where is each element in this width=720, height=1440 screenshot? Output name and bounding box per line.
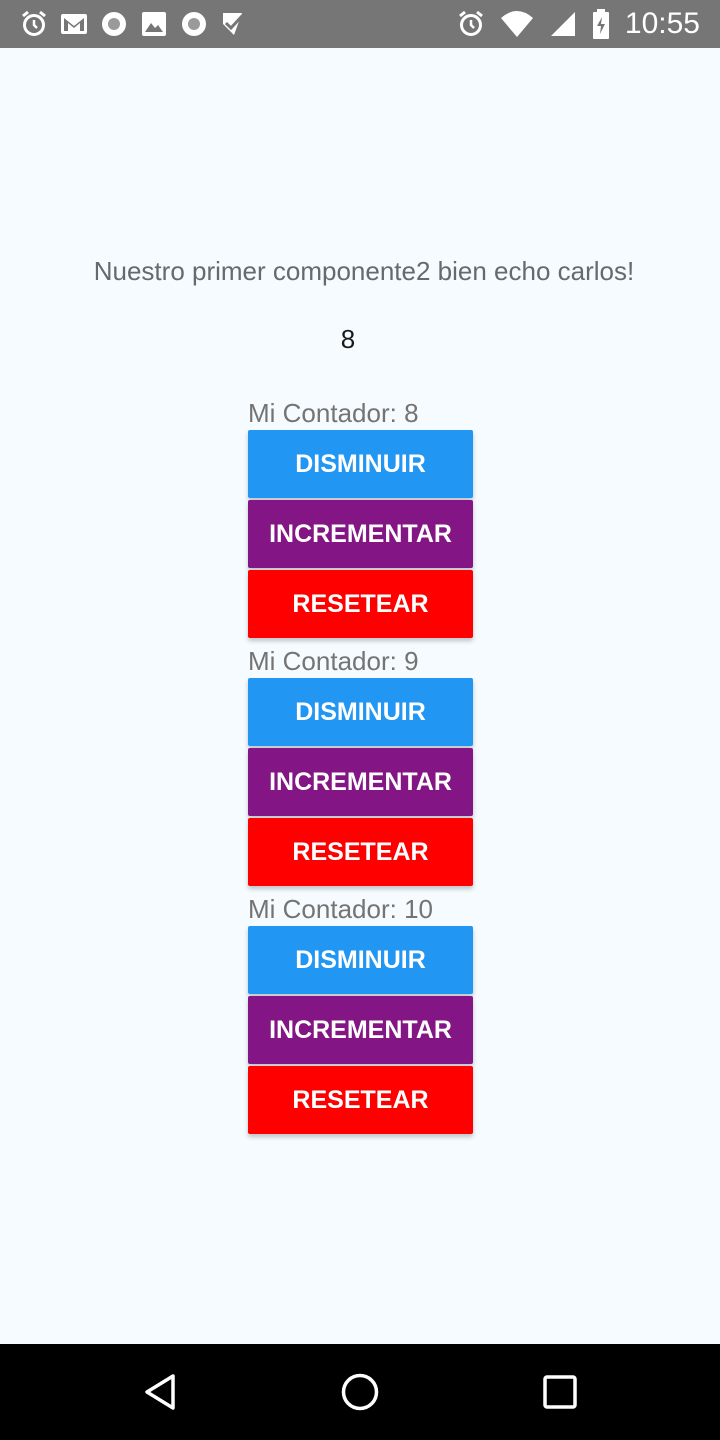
record-icon — [100, 8, 128, 40]
counter-label: Mi Contador: 9 — [248, 646, 419, 676]
count-value: 8 — [340, 324, 356, 354]
reset-button[interactable]: RESETEAR — [248, 818, 473, 886]
increment-button[interactable]: INCREMENTAR — [248, 500, 473, 568]
app-screen: Nuestro primer componente2 bien echo car… — [0, 48, 720, 1344]
reset-button[interactable]: RESETEAR — [248, 1066, 473, 1134]
increment-button[interactable]: INCREMENTAR — [248, 748, 473, 816]
status-bar: 10:55 — [0, 0, 720, 48]
counter-block: Mi Contador: 9 DISMINUIR INCREMENTAR RES… — [248, 646, 474, 888]
gmail-icon — [60, 8, 88, 40]
increment-button[interactable]: INCREMENTAR — [248, 996, 473, 1064]
back-icon[interactable] — [136, 1368, 184, 1416]
recents-icon[interactable] — [536, 1368, 584, 1416]
navigation-bar — [0, 1344, 720, 1440]
battery-charging-icon — [591, 8, 611, 40]
counter-label: Mi Contador: 10 — [248, 894, 433, 924]
checklist-icon — [220, 8, 248, 40]
clock: 10:55 — [624, 7, 700, 40]
counter-block: Mi Contador: 8 DISMINUIR INCREMENTAR RES… — [248, 398, 474, 640]
decrement-button[interactable]: DISMINUIR — [248, 430, 473, 498]
reset-button[interactable]: RESETEAR — [248, 570, 473, 638]
headline-text: Nuestro primer componente2 bien echo car… — [93, 256, 635, 286]
counter-label: Mi Contador: 8 — [248, 398, 419, 428]
signal-icon — [549, 8, 577, 40]
image-icon — [140, 8, 168, 40]
alarm-icon — [20, 8, 48, 40]
system-icons: 10:55 — [457, 6, 700, 42]
record-icon — [180, 8, 208, 40]
home-icon[interactable] — [336, 1368, 384, 1416]
wifi-icon — [499, 8, 535, 40]
notification-icons — [20, 8, 248, 40]
decrement-button[interactable]: DISMINUIR — [248, 678, 473, 746]
decrement-button[interactable]: DISMINUIR — [248, 926, 473, 994]
counter-block: Mi Contador: 10 DISMINUIR INCREMENTAR RE… — [248, 894, 474, 1136]
alarm-icon — [457, 8, 485, 40]
